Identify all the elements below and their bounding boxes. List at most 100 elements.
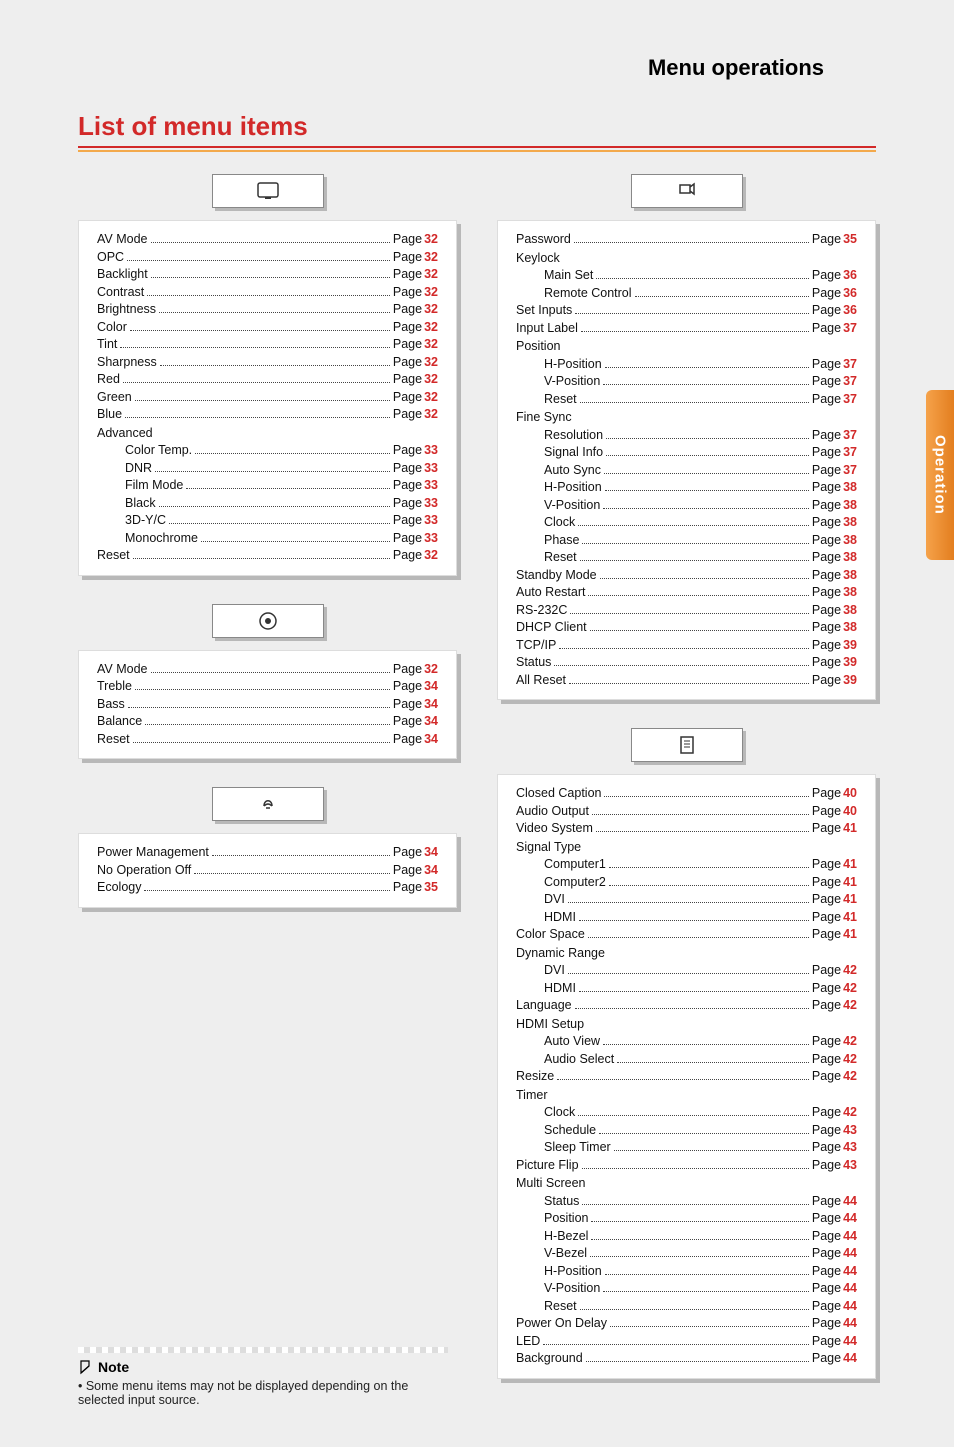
page-number[interactable]: 40	[843, 803, 857, 821]
page-number[interactable]: 38	[843, 497, 857, 515]
menu-row-label: AV Mode	[97, 231, 148, 249]
page-number[interactable]: 42	[843, 1104, 857, 1122]
page-number[interactable]: 37	[843, 373, 857, 391]
page-number[interactable]: 44	[843, 1350, 857, 1368]
page-word: Page	[812, 584, 841, 602]
page-number[interactable]: 41	[843, 926, 857, 944]
menu-row: DNR Page 33	[97, 460, 438, 478]
page-number[interactable]: 44	[843, 1263, 857, 1281]
page-number[interactable]: 44	[843, 1210, 857, 1228]
menu-row: Film Mode Page 33	[97, 477, 438, 495]
page-number[interactable]: 33	[424, 442, 438, 460]
page-number[interactable]: 42	[843, 1033, 857, 1051]
page-number[interactable]: 32	[424, 336, 438, 354]
right-column: Password Page 35KeylockMain Set Page 36R…	[497, 168, 876, 1407]
page-number[interactable]: 38	[843, 584, 857, 602]
menu-row-label: Sharpness	[97, 354, 157, 372]
menu-row: Input Label Page 37	[516, 320, 857, 338]
page-number[interactable]: 40	[843, 785, 857, 803]
page-number[interactable]: 37	[843, 391, 857, 409]
page-number[interactable]: 43	[843, 1139, 857, 1157]
page-number[interactable]: 32	[424, 406, 438, 424]
page-number[interactable]: 38	[843, 602, 857, 620]
page-number[interactable]: 42	[843, 962, 857, 980]
page-number[interactable]: 38	[843, 619, 857, 637]
menu-row-label: V-Position	[544, 373, 600, 391]
page-number[interactable]: 33	[424, 512, 438, 530]
page-number[interactable]: 44	[843, 1245, 857, 1263]
page-number[interactable]: 41	[843, 856, 857, 874]
page-word: Page	[812, 1315, 841, 1333]
page-number[interactable]: 37	[843, 356, 857, 374]
page-number[interactable]: 32	[424, 354, 438, 372]
page-number[interactable]: 36	[843, 285, 857, 303]
page-number[interactable]: 32	[424, 319, 438, 337]
page-number[interactable]: 32	[424, 389, 438, 407]
page-number[interactable]: 44	[843, 1298, 857, 1316]
leader-dots	[559, 639, 809, 649]
menu-row: Green Page 32	[97, 389, 438, 407]
page-number[interactable]: 32	[424, 301, 438, 319]
page-number[interactable]: 35	[843, 231, 857, 249]
page-number[interactable]: 39	[843, 654, 857, 672]
page-number[interactable]: 34	[424, 678, 438, 696]
page-number[interactable]: 39	[843, 672, 857, 690]
page-number[interactable]: 42	[843, 980, 857, 998]
page-number[interactable]: 37	[843, 444, 857, 462]
leader-dots	[151, 663, 390, 673]
page-number[interactable]: 41	[843, 874, 857, 892]
page-number[interactable]: 38	[843, 567, 857, 585]
page-number[interactable]: 43	[843, 1157, 857, 1175]
page-number[interactable]: 37	[843, 320, 857, 338]
page-number[interactable]: 36	[843, 302, 857, 320]
page-number[interactable]: 44	[843, 1333, 857, 1351]
page-number[interactable]: 32	[424, 547, 438, 565]
menu-row-label: Black	[125, 495, 156, 513]
page-number[interactable]: 39	[843, 637, 857, 655]
page-number[interactable]: 34	[424, 696, 438, 714]
menu-block: Password Page 35KeylockMain Set Page 36R…	[497, 174, 876, 700]
page-number[interactable]: 34	[424, 713, 438, 731]
page-number[interactable]: 44	[843, 1193, 857, 1211]
page-number[interactable]: 42	[843, 997, 857, 1015]
page-number[interactable]: 33	[424, 495, 438, 513]
page-number[interactable]: 32	[424, 231, 438, 249]
page-number[interactable]: 43	[843, 1122, 857, 1140]
menu-row-label: LED	[516, 1333, 540, 1351]
page-number[interactable]: 41	[843, 820, 857, 838]
page-number[interactable]: 38	[843, 514, 857, 532]
page-number[interactable]: 41	[843, 909, 857, 927]
page-number[interactable]: 33	[424, 460, 438, 478]
page-number[interactable]: 36	[843, 267, 857, 285]
page-number[interactable]: 32	[424, 284, 438, 302]
page-number[interactable]: 42	[843, 1068, 857, 1086]
page-number[interactable]: 32	[424, 661, 438, 679]
page-number[interactable]: 34	[424, 844, 438, 862]
page-number[interactable]: 38	[843, 479, 857, 497]
note-icon	[78, 1359, 94, 1375]
page-number[interactable]: 41	[843, 891, 857, 909]
page-number[interactable]: 42	[843, 1051, 857, 1069]
page-number[interactable]: 37	[843, 427, 857, 445]
page-number[interactable]: 32	[424, 249, 438, 267]
page-number[interactable]: 37	[843, 462, 857, 480]
page-number[interactable]: 35	[424, 879, 438, 897]
menu-row: Signal Info Page 37	[516, 444, 857, 462]
page-number[interactable]: 34	[424, 731, 438, 749]
page-number[interactable]: 33	[424, 530, 438, 548]
page-number[interactable]: 44	[843, 1280, 857, 1298]
page-number[interactable]: 32	[424, 371, 438, 389]
page-number[interactable]: 32	[424, 266, 438, 284]
page-number[interactable]: 44	[843, 1315, 857, 1333]
page-number[interactable]: 38	[843, 549, 857, 567]
menu-row-label: Resize	[516, 1068, 554, 1086]
page-number[interactable]: 34	[424, 862, 438, 880]
leader-dots	[133, 733, 390, 743]
menu-row: Standby Mode Page 38	[516, 567, 857, 585]
menu-row: Resize Page 42	[516, 1068, 857, 1086]
menu-row-label: Status	[544, 1193, 579, 1211]
page-number[interactable]: 33	[424, 477, 438, 495]
page-number[interactable]: 38	[843, 532, 857, 550]
page-word: Page	[812, 637, 841, 655]
page-number[interactable]: 44	[843, 1228, 857, 1246]
